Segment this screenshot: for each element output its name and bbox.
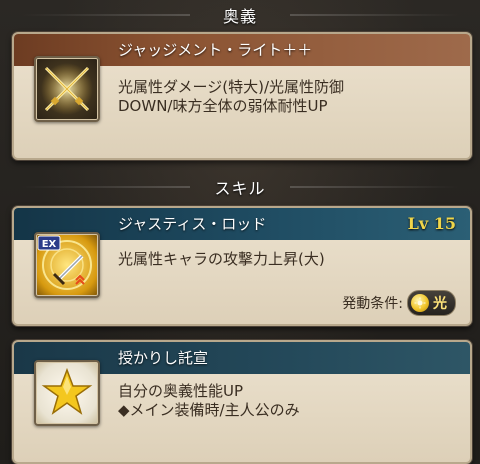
element-label: 光 bbox=[433, 296, 447, 312]
ougi-description: 光属性ダメージ(特大)/光属性防御 DOWN/味方全体の弱体耐性UP bbox=[118, 78, 456, 116]
ougi-name: ジャッジメント・ライト＋＋ bbox=[118, 41, 313, 59]
skill-name: ジャスティス・ロッド bbox=[118, 215, 267, 233]
support-name: 授かりし託宣 bbox=[118, 349, 209, 367]
ougi-card[interactable]: ジャッジメント・ライト＋＋ 光属性ダメージ(特大)/光属性防御 DOWN/味方全… bbox=[12, 32, 472, 160]
crossed-swords-icon bbox=[34, 56, 100, 122]
activation-condition: 発動条件: 光 bbox=[342, 290, 456, 316]
star-icon bbox=[34, 360, 100, 426]
light-element-badge: 光 bbox=[407, 290, 456, 316]
support-desc-line2: ◆メイン装備時/主人公のみ bbox=[118, 401, 300, 419]
condition-label: 発動条件: bbox=[342, 296, 403, 312]
ougi-desc-line2: DOWN/味方全体の弱体耐性UP bbox=[118, 97, 328, 115]
support-description: 自分の奥義性能UP ◆メイン装備時/主人公のみ bbox=[118, 382, 456, 420]
ex-sword-icon: EX bbox=[34, 232, 100, 298]
skill-description: 光属性キャラの攻撃力上昇(大) bbox=[118, 250, 325, 268]
ougi-section-header: 奥義 bbox=[0, 2, 480, 28]
light-orb-icon bbox=[411, 294, 429, 312]
ougi-desc-line1: 光属性ダメージ(特大)/光属性防御 bbox=[118, 78, 345, 96]
skill-level: Lv 15 bbox=[407, 214, 456, 233]
skill-card[interactable]: ジャスティス・ロッド Lv 15 EX 光属性キャラの攻撃力上昇(大) 発動条件… bbox=[12, 206, 472, 326]
support-card[interactable]: 授かりし託宣 自分の奥義性能UP ◆メイン装備時/主人公のみ bbox=[12, 340, 472, 464]
support-desc-line1: 自分の奥義性能UP bbox=[118, 382, 244, 400]
ex-badge: EX bbox=[42, 239, 57, 250]
ougi-header-label: 奥義 bbox=[222, 7, 257, 26]
skill-header-label: スキル bbox=[214, 179, 266, 198]
skill-section-header: スキル bbox=[0, 174, 480, 200]
